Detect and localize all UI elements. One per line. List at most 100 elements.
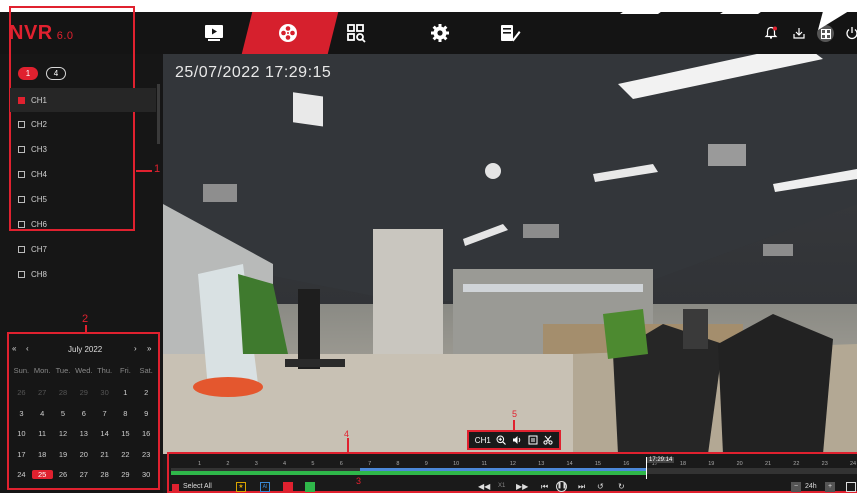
timeline-hour-label: 6: [339, 461, 343, 467]
calendar-day[interactable]: 16: [136, 429, 157, 438]
fast-forward-icon[interactable]: ▶▶: [516, 482, 528, 491]
calendar-day: 26: [17, 388, 26, 397]
next-year-button[interactable]: »: [147, 344, 151, 353]
backup-icon[interactable]: [791, 25, 807, 41]
marker-label: 5: [512, 409, 518, 419]
manual-record-filter-icon[interactable]: ★: [236, 482, 246, 492]
calendar-day[interactable]: 10: [11, 429, 32, 438]
calendar-day[interactable]: 27: [73, 470, 94, 479]
channel-item[interactable]: CH4: [18, 162, 136, 186]
calendar-day[interactable]: 14: [94, 429, 115, 438]
quad-view-pill[interactable]: 4: [46, 67, 66, 80]
calendar-day[interactable]: 28: [94, 470, 115, 479]
checkbox[interactable]: [18, 220, 25, 228]
checkbox[interactable]: [18, 145, 25, 153]
zoom-out-button[interactable]: −: [791, 482, 801, 492]
calendar-day[interactable]: 8: [115, 409, 136, 418]
rewind-icon[interactable]: ◀◀: [478, 482, 490, 491]
layout-icon[interactable]: [817, 25, 834, 42]
timeline-hour-label: 16: [623, 461, 630, 467]
prev-year-button[interactable]: «: [12, 344, 16, 353]
calendar-day[interactable]: 18: [32, 450, 53, 459]
channel-item[interactable]: CH2: [18, 112, 136, 136]
timeline-hour-label: 1: [198, 461, 202, 467]
calendar-day[interactable]: 4: [32, 409, 53, 418]
backward-30s-icon[interactable]: ↺: [597, 482, 604, 491]
playback-nav-icon[interactable]: [192, 12, 236, 54]
zoom-in-icon[interactable]: [496, 435, 507, 445]
marker-label: 2: [82, 313, 89, 325]
video-view[interactable]: [163, 54, 857, 454]
smart-search-nav-icon[interactable]: [334, 12, 378, 54]
marker-label: 3: [356, 476, 362, 486]
calendar-day[interactable]: 11: [32, 429, 53, 438]
calendar-day[interactable]: 17: [11, 450, 32, 459]
marker-label: 4: [344, 429, 350, 439]
channel-scrollbar[interactable]: [157, 84, 160, 144]
settings-nav-icon[interactable]: [418, 12, 462, 54]
checkbox[interactable]: [18, 270, 25, 278]
channel-item[interactable]: CH1: [10, 88, 156, 112]
calendar-day[interactable]: 9: [136, 409, 157, 418]
timeline-hour-label: 12: [509, 461, 516, 467]
channel-item[interactable]: CH6: [18, 212, 136, 236]
audio-icon[interactable]: [512, 435, 522, 445]
calendar-day[interactable]: 3: [11, 409, 32, 418]
next-frame-icon[interactable]: ⏭: [578, 482, 585, 492]
marker-leader: [136, 170, 152, 172]
single-view-pill[interactable]: 1: [18, 67, 38, 80]
normal-record-filter-icon[interactable]: [305, 482, 315, 492]
checkbox[interactable]: [18, 120, 25, 128]
calendar-day[interactable]: 29: [115, 470, 136, 479]
zoom-in-button[interactable]: +: [825, 482, 835, 492]
checkbox[interactable]: [18, 170, 25, 178]
timeline-hour-label: 14: [566, 461, 573, 467]
calendar-day[interactable]: 13: [73, 429, 94, 438]
clip-icon[interactable]: [543, 435, 553, 445]
channel-item[interactable]: CH3: [18, 137, 136, 161]
calendar-day[interactable]: 1: [115, 388, 136, 397]
calendar-day[interactable]: 30: [136, 470, 157, 479]
prev-frame-icon[interactable]: ⏮: [541, 482, 548, 492]
calendar-day: 30: [100, 388, 109, 397]
record-search-nav-icon[interactable]: [266, 12, 310, 54]
calendar-day[interactable]: 23: [136, 450, 157, 459]
timeline-hour-label: 23: [821, 461, 828, 467]
calendar-day[interactable]: 24: [11, 470, 32, 479]
pause-icon[interactable]: ❚❚: [556, 481, 567, 492]
forward-30s-icon[interactable]: ↻: [618, 482, 625, 491]
calendar-day[interactable]: 25: [31, 470, 53, 479]
power-icon[interactable]: [844, 25, 857, 41]
calendar-day[interactable]: 2: [136, 388, 157, 397]
calendar-day[interactable]: 26: [53, 470, 74, 479]
channel-item[interactable]: CH7: [18, 237, 136, 261]
calendar-day[interactable]: 15: [115, 429, 136, 438]
calendar-day[interactable]: 22: [115, 450, 136, 459]
calendar-day[interactable]: 20: [73, 450, 94, 459]
checkbox-checked[interactable]: [18, 96, 25, 104]
calendar-day[interactable]: 21: [94, 450, 115, 459]
timeline-hour-label: 20: [736, 461, 743, 467]
checkbox[interactable]: [18, 195, 25, 203]
calendar-day[interactable]: 12: [53, 429, 74, 438]
calendar-day[interactable]: 19: [53, 450, 74, 459]
ai-record-filter-icon[interactable]: AI: [260, 482, 270, 492]
calendar-day[interactable]: 7: [94, 409, 115, 418]
calendar-week-row: 26 27 28 29 30 1 2: [11, 388, 157, 397]
fullscreen-icon[interactable]: [846, 482, 856, 492]
select-all-checkbox[interactable]: [172, 484, 179, 491]
timeline-zoom-label: 24h: [805, 483, 817, 490]
alarm-icon[interactable]: [763, 25, 779, 41]
snapshot-icon[interactable]: [528, 435, 538, 445]
channel-item[interactable]: CH5: [18, 187, 136, 211]
timeline-hour-label: 8: [396, 461, 400, 467]
weekday-label: Sat.: [139, 366, 153, 375]
channel-item[interactable]: CH8: [18, 262, 136, 286]
prev-month-button[interactable]: ‹: [26, 344, 29, 353]
checkbox[interactable]: [18, 245, 25, 253]
alarm-record-filter-icon[interactable]: [283, 482, 293, 492]
maintenance-nav-icon[interactable]: [488, 12, 532, 54]
calendar-day[interactable]: 5: [53, 409, 74, 418]
calendar-day[interactable]: 6: [73, 409, 94, 418]
next-month-button[interactable]: ›: [134, 344, 137, 353]
